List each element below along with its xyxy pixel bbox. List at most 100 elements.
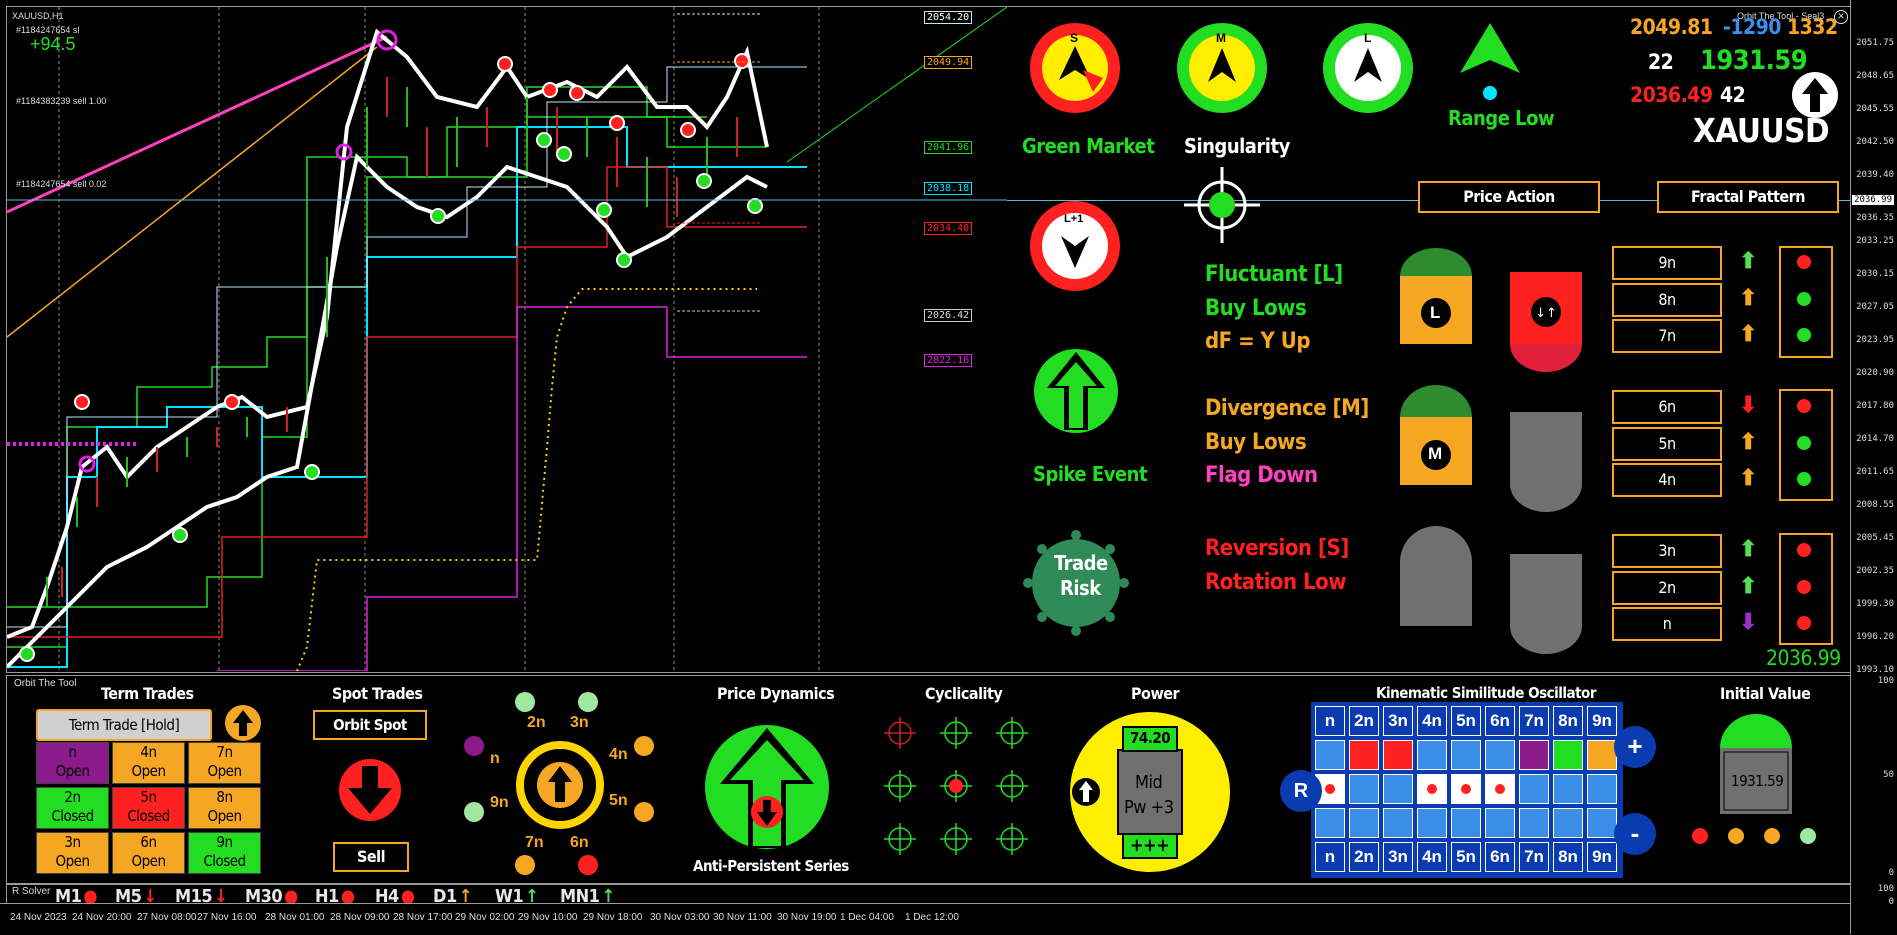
term-trade-cell[interactable]: 3n Open [36,832,109,874]
orbit-spot-button[interactable]: Orbit Spot [313,710,427,740]
kso-header: 2n [1349,842,1379,872]
kso-marker [1495,784,1505,794]
anti-persistent-label: Anti-Persistent Series [693,857,849,875]
arrow-up-icon: ⬆ [1739,321,1758,346]
grey-block-2 [1400,526,1472,626]
time-tick: 30 Nov 19:00 [777,912,837,923]
kso-plus-button[interactable]: + [1614,726,1656,768]
term-trade-cell[interactable]: 9n Closed [188,832,261,874]
term-cell-level: 5n [140,788,157,806]
kso-cell[interactable] [1451,774,1481,804]
power-pw: Pw +3 [1124,797,1174,818]
term-cell-status: Closed [203,852,246,870]
price-tag-3: 2041.96 [924,141,973,154]
term-cell-status: Open [55,852,90,870]
kso-marker [1461,784,1471,794]
term-trade-cell[interactable]: 2n Closed [36,787,109,829]
price-chart[interactable] [7,7,1007,671]
svg-text:↓↑: ↓↑ [1535,306,1557,321]
kso-cell[interactable] [1587,808,1617,838]
m-signal-letter: M [1216,31,1226,45]
kso-header: 3n [1383,706,1413,736]
kso-minus-button[interactable]: - [1614,813,1656,855]
kso-cell[interactable] [1417,774,1447,804]
kso-cell[interactable] [1349,808,1379,838]
price-tick: 1999.30 [1856,599,1894,609]
sub-tick: 0 [1888,868,1894,878]
power-value: 74.20 [1130,729,1171,747]
state-2-line3: Flag Down [1205,463,1318,488]
term-trade-cell[interactable]: 5n Closed [112,787,185,829]
trade-risk-line2: Risk [1060,576,1101,600]
price-tag-1: 2054.20 [924,11,973,24]
term-trade-cell[interactable]: n Open [36,742,109,784]
price-axis[interactable]: 2051.75 2048.65 2045.55 2042.50 2039.40 … [1850,0,1897,934]
time-tick: 29 Nov 10:00 [518,912,578,923]
price-tick: 2051.75 [1856,38,1894,48]
term-cell-status: Open [131,852,166,870]
term-trade-cell[interactable]: 6n Open [112,832,185,874]
kso-cell[interactable] [1349,774,1379,804]
time-tick: 24 Nov 2023 [10,912,67,923]
term-trade-cell[interactable]: 7n Open [188,742,261,784]
price-tick: 2039.40 [1856,170,1894,180]
price-tick: 2030.15 [1856,269,1894,279]
orbit-label-6n: 6n [570,834,589,851]
term-trade-hold-button[interactable]: Term Trade [Hold] [36,709,212,741]
term-cell-status: Closed [51,807,94,825]
green-market-label: Green Market [1022,134,1155,158]
kso-cell[interactable] [1587,740,1617,770]
kso-cell[interactable] [1315,740,1345,770]
kso-cell[interactable] [1383,774,1413,804]
kso-cell[interactable] [1553,774,1583,804]
fractal-row-label: 6n [1612,390,1722,424]
price-tag-5: 2034.40 [924,222,973,235]
price-tag-2: 2049.94 [924,56,973,69]
kso-cell[interactable] [1315,808,1345,838]
kso-cell[interactable] [1485,740,1515,770]
kso-cell[interactable] [1485,808,1515,838]
kso-cell[interactable] [1519,808,1549,838]
kso-cell[interactable] [1349,740,1379,770]
arrow-up-icon: ⬆ [1739,248,1758,273]
kso-cell[interactable] [1519,740,1549,770]
time-tick: 28 Nov 01:00 [265,912,325,923]
term-trade-cell[interactable]: 4n Open [112,742,185,784]
price-action-button[interactable]: Price Action [1418,181,1600,213]
arrow-up-icon: ⬆ [1739,429,1758,454]
arrow-up-icon: ⬆ [1739,573,1758,598]
arrow-up-icon: ⬆ [1739,285,1758,310]
kso-cell[interactable] [1383,740,1413,770]
dot-group-border-3 [1779,533,1833,645]
kso-cell[interactable] [1451,808,1481,838]
price-tick: 1996.20 [1856,632,1894,642]
sell-button[interactable]: Sell [333,842,409,872]
kso-cell[interactable] [1553,740,1583,770]
kso-cell[interactable] [1485,774,1515,804]
kso-header: 5n [1451,706,1481,736]
term-up-icon[interactable] [224,704,262,742]
time-axis[interactable]: 24 Nov 2023 24 Nov 20:00 27 Nov 08:00 27 No… [0,903,1850,935]
price-tag-7: 2022.16 [924,354,973,367]
kso-cell[interactable] [1417,740,1447,770]
initial-value-icon [1720,714,1792,814]
kso-header: 3n [1383,842,1413,872]
kso-cell[interactable] [1587,774,1617,804]
spike-event-icon [1034,349,1118,433]
kso-cell[interactable] [1417,808,1447,838]
kso-r-button[interactable]: R [1280,770,1322,812]
kso-cell[interactable] [1383,808,1413,838]
time-tick: 27 Nov 08:00 [137,912,197,923]
kso-cell[interactable] [1519,774,1549,804]
state-3-title: Reversion [S] [1205,536,1349,561]
kso-header: 7n [1519,842,1549,872]
fractal-pattern-button[interactable]: Fractal Pattern [1657,181,1839,213]
kso-cell[interactable] [1553,808,1583,838]
order-label-3: #1184247654 sell 0.02 [16,179,107,189]
state-3-line2: Rotation Low [1205,570,1346,595]
kso-cell[interactable] [1451,740,1481,770]
grey-block-1 [1510,412,1582,512]
kso-marker [1427,784,1437,794]
m-block-icon [1400,385,1472,485]
term-trade-cell[interactable]: 8n Open [188,787,261,829]
